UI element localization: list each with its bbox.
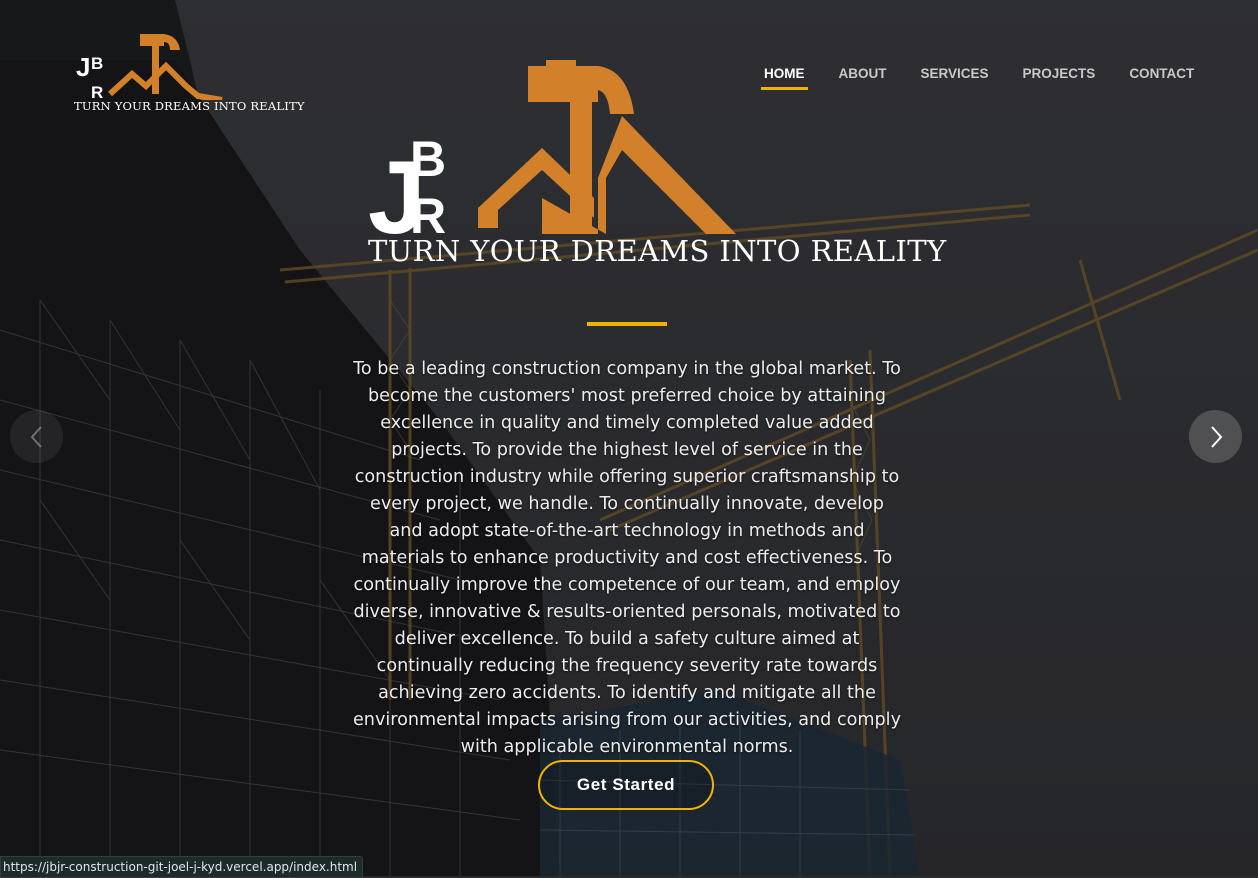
hero-divider [587, 322, 667, 326]
svg-text:R: R [91, 83, 103, 100]
jbjr-logo-mark-large: J B R [368, 60, 736, 256]
svg-text:R: R [410, 188, 446, 238]
nav-contact[interactable]: CONTACT [1129, 66, 1194, 89]
hero-tagline: TURN YOUR DREAMS INTO REALITY [368, 234, 947, 268]
chevron-left-icon [30, 425, 42, 448]
jbjr-logo-mark-small: J B R [76, 34, 223, 103]
header-tagline: TURN YOUR DREAMS INTO REALITY [74, 99, 305, 113]
svg-text:J: J [76, 52, 90, 82]
carousel-prev-button[interactable] [10, 410, 63, 463]
get-started-button[interactable]: Get Started [538, 760, 714, 810]
carousel-next-button[interactable] [1189, 410, 1242, 463]
browser-status-url: https://jbjr-construction-git-joel-j-kyd… [0, 856, 364, 878]
svg-text:B: B [410, 131, 446, 187]
nav-services[interactable]: SERVICES [921, 66, 989, 89]
hero-logo: J B R TURN YOUR DREAMS INTO REALITY [366, 58, 946, 273]
chevron-right-icon [1210, 425, 1222, 448]
nav-projects[interactable]: PROJECTS [1023, 66, 1096, 89]
mission-statement: To be a leading construction company in … [352, 359, 901, 757]
svg-text:B: B [91, 54, 103, 73]
header-logo[interactable]: J B R TURN YOUR DREAMS INTO REALITY [74, 28, 304, 116]
